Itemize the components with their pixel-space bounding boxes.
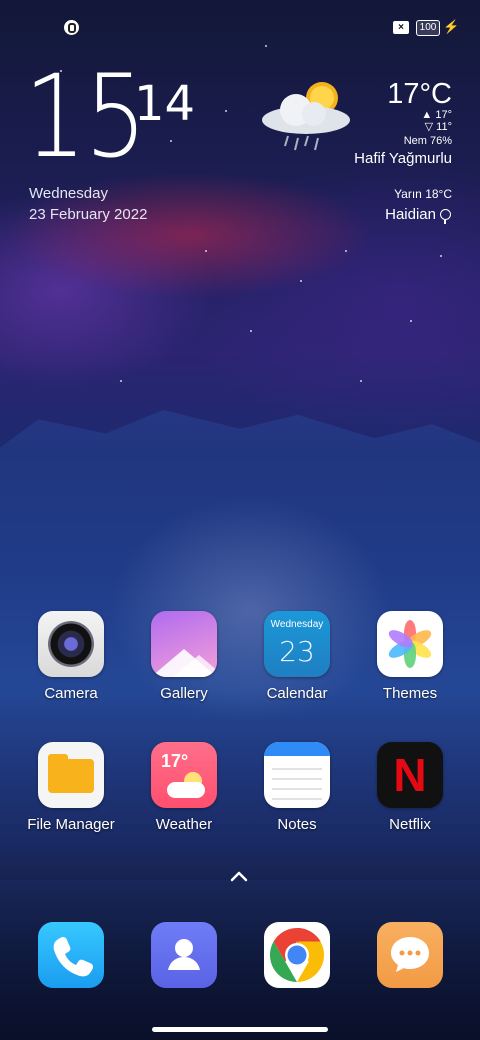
- app-label: File Manager: [27, 816, 115, 833]
- charging-bolt-icon: ⚡: [443, 19, 460, 34]
- weather-temperature: 17°C: [387, 78, 452, 110]
- calendar-icon-day: Wednesday: [270, 619, 324, 630]
- app-calendar[interactable]: Wednesday 23 Calendar: [242, 611, 352, 702]
- clock-minutes: 14: [134, 76, 196, 132]
- weather-low: ▽ 11°: [424, 121, 452, 133]
- weather-high: ▲ 17°: [421, 109, 452, 121]
- app-label: Gallery: [160, 685, 208, 702]
- notification-app-icon: [64, 20, 79, 35]
- messages-icon[interactable]: [377, 922, 443, 988]
- weather-city: Haidian: [385, 206, 436, 223]
- clock-hours: 15: [24, 50, 147, 183]
- app-camera[interactable]: Camera: [16, 611, 126, 702]
- app-label: Themes: [382, 685, 438, 702]
- weather-icon: 17°: [151, 742, 217, 808]
- star: [300, 280, 302, 282]
- app-gallery[interactable]: Gallery: [129, 611, 239, 702]
- app-weather[interactable]: 17° Weather: [129, 742, 239, 833]
- netflix-icon-letter: N: [393, 749, 427, 801]
- app-themes[interactable]: Themes: [355, 611, 465, 702]
- star: [170, 140, 172, 142]
- notes-icon: [264, 742, 330, 808]
- status-bar: × 100 ⚡: [0, 0, 480, 56]
- gallery-icon: [151, 611, 217, 677]
- themes-icon: [377, 611, 443, 677]
- camera-icon: [38, 611, 104, 677]
- app-label: Netflix: [389, 816, 431, 833]
- weather-humidity: Nem 76%: [403, 135, 452, 147]
- weather-location: Haidian: [385, 206, 451, 224]
- app-netflix[interactable]: N Netflix: [355, 742, 465, 833]
- battery-level: 100: [419, 22, 437, 33]
- battery-icon: 100: [416, 20, 440, 36]
- app-drawer-chevron-up-icon[interactable]: [228, 866, 250, 886]
- phone-icon[interactable]: [38, 922, 104, 988]
- weather-condition: Hafif Yağmurlu: [354, 150, 452, 167]
- app-label: Notes: [277, 816, 317, 833]
- clock-day: Wednesday: [29, 185, 108, 202]
- file-manager-icon: [38, 742, 104, 808]
- star: [225, 110, 227, 112]
- weather-high-low: ▲ 17° ▽ 11°: [421, 109, 452, 133]
- star: [250, 330, 252, 332]
- clock-date: 23 February 2022: [29, 206, 148, 223]
- app-file-manager[interactable]: File Manager: [16, 742, 126, 833]
- location-pin-icon: [440, 209, 451, 224]
- star: [410, 320, 412, 322]
- star: [205, 250, 207, 252]
- weather-tomorrow: Yarın 18°C: [394, 187, 452, 201]
- app-notes[interactable]: Notes: [242, 742, 352, 833]
- app-label: Calendar: [266, 685, 328, 702]
- calendar-icon: Wednesday 23: [264, 611, 330, 677]
- no-sim-icon: ×: [393, 21, 409, 34]
- star: [440, 255, 442, 257]
- star: [120, 380, 122, 382]
- app-label: Camera: [44, 685, 98, 702]
- weather-icon-temp: 17°: [161, 751, 189, 771]
- home-indicator[interactable]: [152, 1027, 328, 1032]
- star: [360, 380, 362, 382]
- cloud-sun-rain-icon: [262, 82, 350, 151]
- netflix-icon: N: [377, 742, 443, 808]
- calendar-icon-date: 23: [279, 635, 315, 668]
- app-label: Weather: [155, 816, 213, 833]
- star: [345, 250, 347, 252]
- chrome-icon[interactable]: [264, 922, 330, 988]
- contacts-icon[interactable]: [151, 922, 217, 988]
